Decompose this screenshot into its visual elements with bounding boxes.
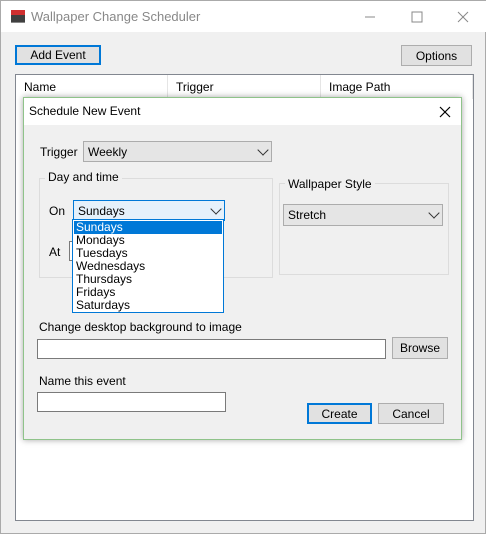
browse-button[interactable]: Browse xyxy=(392,337,448,359)
at-label: At xyxy=(49,245,61,259)
on-label: On xyxy=(49,204,66,218)
add-event-button[interactable]: Add Event xyxy=(15,45,101,65)
dialog-title-bar: Schedule New Event xyxy=(24,98,461,125)
close-icon xyxy=(457,11,469,22)
event-name-input[interactable] xyxy=(37,392,226,412)
chevron-down-icon xyxy=(208,201,224,220)
column-header-name[interactable]: Name xyxy=(16,75,168,99)
wallpaper-style-value: Stretch xyxy=(288,208,327,222)
chevron-down-icon xyxy=(255,142,271,161)
window-title: Wallpaper Change Scheduler xyxy=(31,9,201,24)
trigger-combobox[interactable]: Weekly xyxy=(83,141,272,162)
wallpaper-style-group-label: Wallpaper Style xyxy=(285,177,375,191)
dropdown-option[interactable]: Saturdays xyxy=(74,299,222,312)
close-button[interactable] xyxy=(440,1,486,32)
day-time-group-label: Day and time xyxy=(45,170,122,184)
cancel-button[interactable]: Cancel xyxy=(378,403,444,424)
wallpaper-style-group xyxy=(279,183,449,275)
close-icon xyxy=(439,106,451,118)
maximize-icon xyxy=(411,11,423,22)
options-button[interactable]: Options xyxy=(401,45,472,66)
wallpaper-style-combobox[interactable]: Stretch xyxy=(283,204,443,226)
image-path-input[interactable] xyxy=(37,339,386,359)
day-combobox[interactable]: Sundays xyxy=(73,200,225,221)
dialog-close-button[interactable] xyxy=(435,102,455,122)
column-header-trigger[interactable]: Trigger xyxy=(168,75,321,99)
trigger-value: Weekly xyxy=(88,144,128,159)
event-name-label: Name this event xyxy=(39,374,126,388)
trigger-label: Trigger xyxy=(40,145,78,159)
column-header-image-path[interactable]: Image Path xyxy=(321,75,473,99)
day-value: Sundays xyxy=(78,203,125,218)
title-bar: Wallpaper Change Scheduler xyxy=(1,1,486,32)
image-path-label: Change desktop background to image xyxy=(39,320,242,334)
chevron-down-icon xyxy=(426,205,442,225)
app-icon xyxy=(11,10,25,23)
minimize-button[interactable] xyxy=(347,1,393,32)
day-dropdown-list[interactable]: Sundays Mondays Tuesdays Wednesdays Thursday… xyxy=(72,219,224,313)
dialog-title: Schedule New Event xyxy=(29,104,141,118)
minimize-icon xyxy=(365,16,375,17)
maximize-button[interactable] xyxy=(394,1,440,32)
create-button[interactable]: Create xyxy=(307,403,372,424)
